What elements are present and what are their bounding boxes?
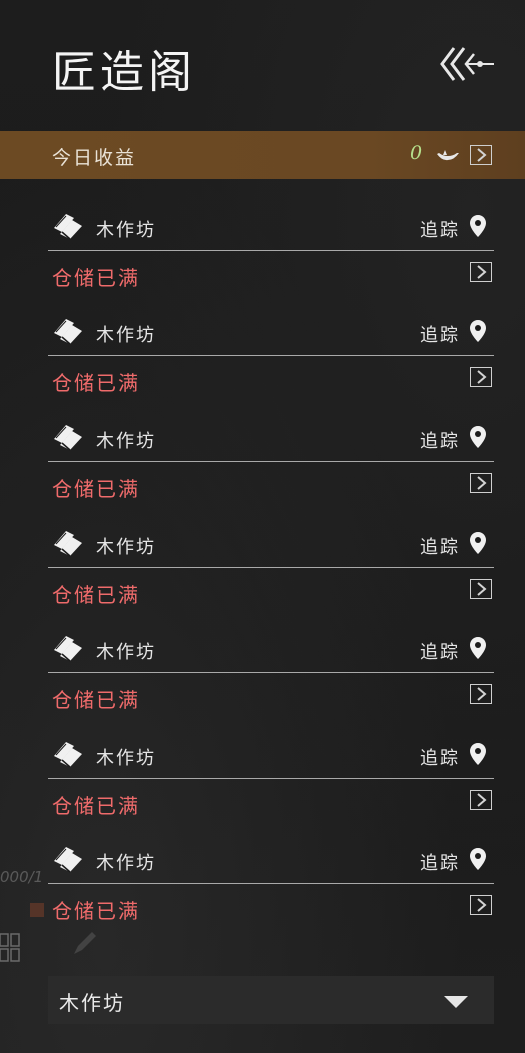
item-header: 木作坊 追踪 bbox=[48, 200, 494, 251]
status-text: 仓储已满 bbox=[52, 899, 140, 923]
wood-planks-icon bbox=[54, 847, 82, 873]
income-detail-button[interactable] bbox=[470, 145, 492, 165]
panel-header: 匠造阁 bbox=[0, 0, 525, 130]
item-name: 木作坊 bbox=[96, 748, 156, 769]
item-header: 木作坊 追踪 bbox=[48, 305, 494, 356]
item-detail-button[interactable] bbox=[470, 473, 492, 493]
item-name: 木作坊 bbox=[96, 431, 156, 452]
track-button[interactable]: 追踪 bbox=[420, 744, 460, 770]
income-label: 今日收益 bbox=[52, 147, 137, 169]
chevron-right-icon bbox=[477, 265, 487, 279]
status-text: 仓储已满 bbox=[52, 794, 140, 818]
item-name: 木作坊 bbox=[96, 642, 156, 663]
list-item: 木作坊 追踪 仓储已满 bbox=[0, 200, 525, 306]
page-title: 匠造阁 bbox=[52, 47, 196, 98]
chevron-right-icon bbox=[477, 582, 487, 596]
back-button[interactable] bbox=[440, 44, 496, 86]
item-name: 木作坊 bbox=[96, 325, 156, 346]
chevron-right-icon bbox=[477, 370, 487, 384]
status-text: 仓储已满 bbox=[52, 371, 140, 395]
chevron-right-icon bbox=[477, 148, 487, 162]
location-pin-icon[interactable] bbox=[469, 214, 487, 238]
location-pin-icon[interactable] bbox=[469, 531, 487, 555]
location-pin-icon[interactable] bbox=[469, 742, 487, 766]
item-detail-button[interactable] bbox=[470, 262, 492, 282]
chevron-right-icon bbox=[477, 898, 487, 912]
boat-icon bbox=[437, 150, 459, 161]
item-header: 木作坊 追踪 bbox=[48, 517, 494, 568]
track-button[interactable]: 追踪 bbox=[420, 849, 460, 875]
back-arrows-icon bbox=[440, 47, 494, 81]
wood-planks-icon bbox=[54, 425, 82, 451]
status-text: 仓储已满 bbox=[52, 583, 140, 607]
track-button[interactable]: 追踪 bbox=[420, 216, 460, 242]
grid-icon bbox=[0, 933, 20, 962]
location-pin-icon[interactable] bbox=[469, 319, 487, 343]
list-item: 木作坊 追踪 仓储已满 bbox=[0, 728, 525, 834]
list-item: 木作坊 追踪 仓储已满 bbox=[0, 411, 525, 517]
wood-planks-icon bbox=[54, 531, 82, 557]
status-text: 仓储已满 bbox=[52, 477, 140, 501]
item-detail-button[interactable] bbox=[470, 895, 492, 915]
wood-planks-icon bbox=[54, 214, 82, 240]
caret-down-icon bbox=[444, 996, 468, 1008]
pencil-icon bbox=[74, 932, 96, 954]
item-detail-button[interactable] bbox=[470, 579, 492, 599]
workshop-panel: 匠造阁 今日收益 0 木作坊 追踪 仓储已满 木作坊 追踪 仓储已满 木作坊 追… bbox=[0, 0, 525, 1053]
item-name: 木作坊 bbox=[96, 537, 156, 558]
location-pin-icon[interactable] bbox=[469, 847, 487, 871]
track-button[interactable]: 追踪 bbox=[420, 533, 460, 559]
list-item: 木作坊 追踪 仓储已满 bbox=[0, 833, 525, 939]
list-item: 木作坊 追踪 仓储已满 bbox=[0, 305, 525, 411]
wood-planks-icon bbox=[54, 636, 82, 662]
track-button[interactable]: 追踪 bbox=[420, 638, 460, 664]
item-header: 木作坊 追踪 bbox=[48, 833, 494, 884]
background-badge bbox=[30, 903, 44, 917]
list-item: 木作坊 追踪 仓储已满 bbox=[0, 622, 525, 728]
item-header: 木作坊 追踪 bbox=[48, 411, 494, 462]
chevron-right-icon bbox=[477, 793, 487, 807]
location-pin-icon[interactable] bbox=[469, 425, 487, 449]
daily-income-bar[interactable]: 今日收益 0 bbox=[0, 131, 525, 179]
item-detail-button[interactable] bbox=[470, 790, 492, 810]
track-button[interactable]: 追踪 bbox=[420, 321, 460, 347]
wood-planks-icon bbox=[54, 742, 82, 768]
workshop-filter-dropdown[interactable]: 木作坊 bbox=[48, 976, 494, 1024]
list-item: 木作坊 追踪 仓储已满 bbox=[0, 517, 525, 623]
location-pin-icon[interactable] bbox=[469, 636, 487, 660]
item-detail-button[interactable] bbox=[470, 367, 492, 387]
chevron-right-icon bbox=[477, 687, 487, 701]
chevron-right-icon bbox=[477, 476, 487, 490]
wood-planks-icon bbox=[54, 319, 82, 345]
dropdown-selected-value: 木作坊 bbox=[59, 991, 125, 1015]
background-counter: 000/1 bbox=[0, 868, 44, 886]
income-value: 0 bbox=[410, 142, 423, 164]
item-name: 木作坊 bbox=[96, 853, 156, 874]
item-detail-button[interactable] bbox=[470, 684, 492, 704]
item-header: 木作坊 追踪 bbox=[48, 728, 494, 779]
track-button[interactable]: 追踪 bbox=[420, 427, 460, 453]
item-header: 木作坊 追踪 bbox=[48, 622, 494, 673]
status-text: 仓储已满 bbox=[52, 688, 140, 712]
item-name: 木作坊 bbox=[96, 220, 156, 241]
status-text: 仓储已满 bbox=[52, 266, 140, 290]
